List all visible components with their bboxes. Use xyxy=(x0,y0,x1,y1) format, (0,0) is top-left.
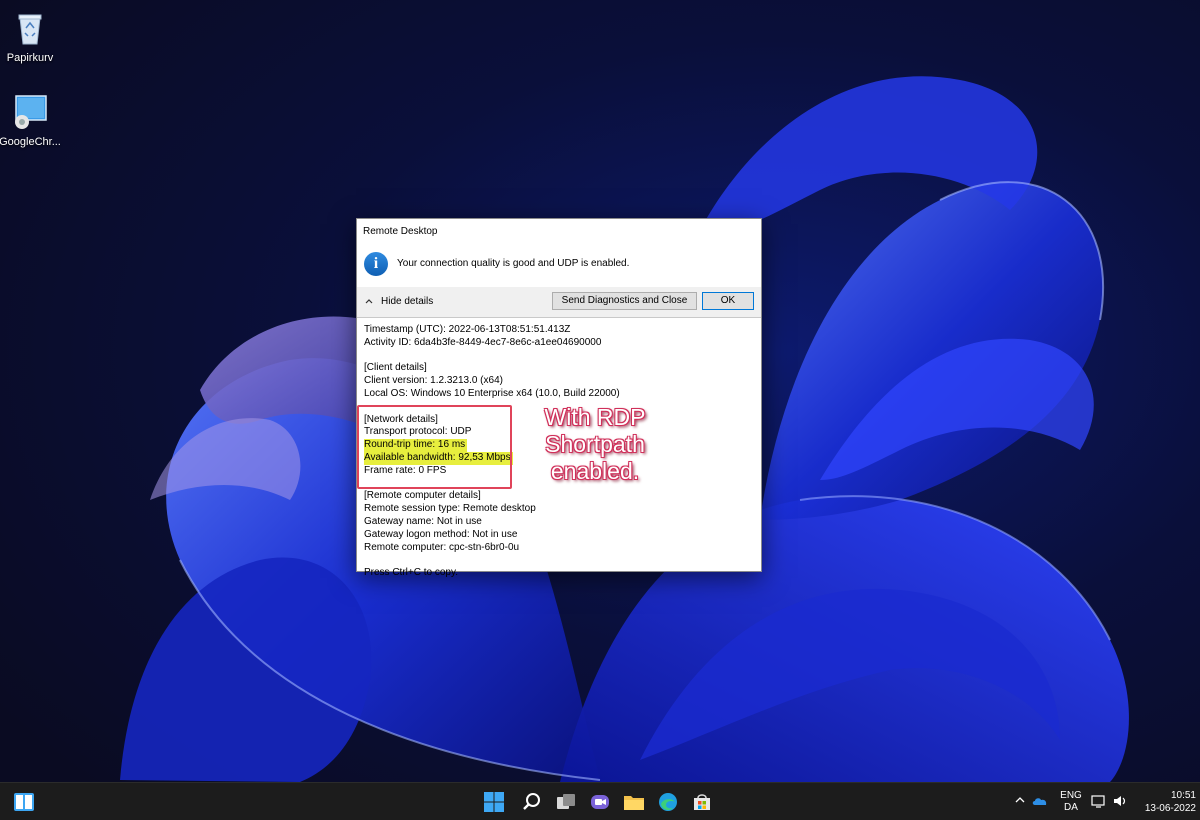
desktop-icon-label: GoogleChr... xyxy=(0,136,61,148)
detail-line: Gateway logon method: Not in use xyxy=(364,528,518,540)
task-view-icon[interactable] xyxy=(554,790,578,814)
highlighted-bandwidth: Available bandwidth: 92,53 Mbps xyxy=(364,451,513,465)
annotation-text: With RDP Shortpath enabled. xyxy=(520,404,670,485)
detail-line: Remote session type: Remote desktop xyxy=(364,503,536,515)
detail-line: Gateway name: Not in use xyxy=(364,515,482,527)
send-diagnostics-button[interactable]: Send Diagnostics and Close xyxy=(552,292,697,310)
hide-details-label: Hide details xyxy=(381,296,434,307)
desktop-icon-label: Papirkurv xyxy=(6,52,54,64)
dialog-button-row: Hide details Send Diagnostics and Close … xyxy=(357,287,761,318)
clock[interactable]: 10:51 13-06-2022 xyxy=(1138,789,1196,815)
hide-details-toggle[interactable]: Hide details xyxy=(365,296,433,307)
language-line: ENG xyxy=(1060,790,1082,801)
desktop-icon-recycle-bin[interactable]: Papirkurv xyxy=(0,8,67,64)
detail-section-header: [Remote computer details] xyxy=(364,490,481,502)
file-explorer-icon[interactable] xyxy=(622,790,646,814)
annotation-line: With RDP xyxy=(544,404,646,430)
annotation-line: Shortpath xyxy=(545,431,645,457)
ok-button[interactable]: OK xyxy=(702,292,754,310)
detail-line: Client version: 1.2.3213.0 (x64) xyxy=(364,375,503,387)
chrome-shortcut-icon xyxy=(10,92,50,132)
onedrive-icon[interactable] xyxy=(1032,795,1048,810)
volume-icon[interactable] xyxy=(1112,794,1128,811)
remote-desktop-dialog: Remote Desktop i Your connection quality… xyxy=(356,218,762,578)
clock-date: 13-06-2022 xyxy=(1144,803,1196,814)
edge-icon[interactable] xyxy=(656,790,680,814)
info-icon: i xyxy=(364,252,388,276)
desktop-icon-chrome-shortcut[interactable]: GoogleChr... xyxy=(0,92,67,148)
start-icon[interactable] xyxy=(482,790,506,814)
detail-section-header: [Client details] xyxy=(364,362,427,374)
recycle-bin-icon xyxy=(10,8,50,48)
detail-line: Timestamp (UTC): 2022-06-13T08:51:51.413… xyxy=(364,324,571,335)
chevron-up-icon[interactable] xyxy=(1014,795,1026,808)
store-icon[interactable] xyxy=(690,790,714,814)
language-line: DA xyxy=(1064,802,1078,813)
dialog-title: Remote Desktop xyxy=(363,226,438,237)
clock-time: 10:51 xyxy=(1170,790,1196,801)
highlighted-rtt: Round-trip time: 16 ms xyxy=(364,439,468,452)
language-indicator[interactable]: ENG DA xyxy=(1058,790,1084,814)
search-icon[interactable] xyxy=(520,790,544,814)
chevron-up-icon xyxy=(365,296,373,306)
taskbar: ENG DA 10:51 13-06-2022 xyxy=(0,782,1200,820)
dialog-message-area: i Your connection quality is good and UD… xyxy=(357,243,761,287)
dialog-message: Your connection quality is good and UDP … xyxy=(397,258,630,269)
detail-line: Remote computer: cpc-stn-6br0-0u xyxy=(364,541,520,553)
desktop-app-icon[interactable] xyxy=(12,790,36,814)
detail-line: Activity ID: 6da4b3fe-8449-4ec7-8e6c-a1e… xyxy=(364,336,602,348)
copy-hint: Press Ctrl+C to copy. xyxy=(364,567,459,579)
dialog-titlebar[interactable]: Remote Desktop xyxy=(357,219,761,243)
network-icon[interactable] xyxy=(1091,794,1107,811)
annotation-line: enabled. xyxy=(550,458,640,484)
chat-icon[interactable] xyxy=(588,790,612,814)
detail-line: Local OS: Windows 10 Enterprise x64 (10.… xyxy=(364,387,620,399)
